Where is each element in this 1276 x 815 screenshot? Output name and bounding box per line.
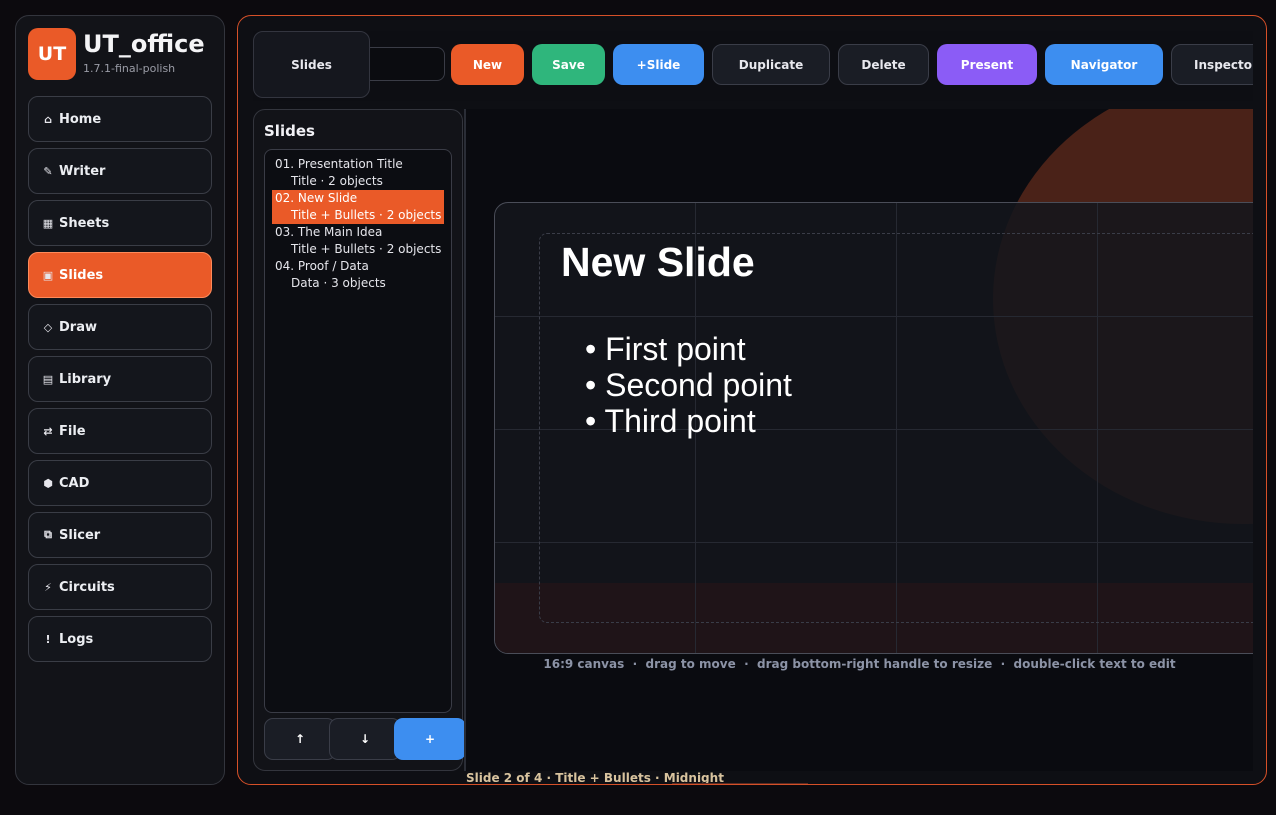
slides-panel: Slides 01. Presentation Title Title · 2 … [253, 109, 466, 771]
sidebar-item-label: Writer [59, 163, 106, 179]
arrow-down-icon: ↓ [359, 732, 371, 746]
sidebar-item-sheets[interactable]: ▦ Sheets [28, 200, 212, 246]
sidebar: UT UT_office 1.7.1-final-polish ⌂ Home ✎ W… [15, 15, 225, 785]
slide-list-item[interactable]: 03. The Main Idea Title + Bullets · 2 ob… [272, 224, 444, 258]
slide-list: 01. Presentation Title Title · 2 objects… [264, 149, 452, 713]
sidebar-item-label: Slides [59, 267, 104, 283]
move-down-button[interactable]: ↓ [329, 718, 401, 760]
sidebar-item-label: Draw [59, 319, 97, 335]
lightning-icon: ⚡ [44, 580, 52, 594]
slide-list-item[interactable]: 01. Presentation Title Title · 2 objects [272, 156, 444, 190]
toolbar-section-label: Slides [253, 31, 370, 98]
main-panel: Slides New Save +Slide Duplicate Delete … [237, 15, 1267, 785]
sidebar-item-slicer[interactable]: ⧉ Slicer [28, 512, 212, 558]
slide-item-title: 02. New Slide [275, 191, 358, 205]
diamond-icon: ◇ [43, 320, 53, 334]
app-version: 1.7.1-final-polish [83, 62, 176, 75]
sidebar-item-file[interactable]: ⇄ File [28, 408, 212, 454]
bullet-item: • Second point [585, 367, 792, 403]
toolbar-input[interactable] [363, 47, 445, 81]
slides-icon: ▣ [42, 268, 54, 282]
app-name: UT_office [83, 30, 205, 58]
arrow-up-icon: ↑ [294, 732, 306, 746]
sidebar-item-label: CAD [59, 475, 90, 491]
move-up-button[interactable]: ↑ [264, 718, 336, 760]
hexagon-icon: ⬢ [43, 476, 53, 490]
status-bar: Slide 2 of 4 · Title + Bullets · Midnigh… [466, 771, 1253, 784]
add-slide-panel-button[interactable]: + [394, 718, 466, 760]
slide-item-meta: Title + Bullets · 2 objects [291, 242, 442, 256]
slide-item-title: 04. Proof / Data [275, 259, 369, 273]
brand: UT UT_office 1.7.1-final-polish [28, 28, 205, 80]
sidebar-item-home[interactable]: ⌂ Home [28, 96, 212, 142]
toolbar: Slides New Save +Slide Duplicate Delete … [253, 31, 1253, 101]
add-slide-button[interactable]: +Slide [613, 44, 704, 85]
sidebar-item-logs[interactable]: ! Logs [28, 616, 212, 662]
sidebar-item-circuits[interactable]: ⚡ Circuits [28, 564, 212, 610]
pencil-icon: ✎ [43, 164, 53, 178]
sidebar-item-writer[interactable]: ✎ Writer [28, 148, 212, 194]
slide-stage: New Slide • First point • Second point •… [466, 109, 1253, 771]
slide-list-item[interactable]: 04. Proof / Data Data · 3 objects [272, 258, 444, 292]
plus-icon: + [424, 732, 436, 746]
slide-title-text[interactable]: New Slide [561, 239, 755, 286]
sidebar-item-slides[interactable]: ▣ Slides [28, 252, 212, 298]
grid-icon: ▦ [42, 216, 54, 230]
alert-icon: ! [45, 632, 51, 646]
home-icon: ⌂ [44, 112, 52, 126]
duplicate-button[interactable]: Duplicate [712, 44, 830, 85]
slide-item-title: 03. The Main Idea [275, 225, 383, 239]
sidebar-item-label: Sheets [59, 215, 110, 231]
bullet-item: • First point [585, 331, 746, 367]
slide-item-title: 01. Presentation Title [275, 157, 403, 171]
bullet-item: • Third point [585, 403, 756, 439]
slide-item-meta: Title · 2 objects [291, 174, 383, 188]
layers-icon: ⧉ [44, 528, 52, 541]
sidebar-item-draw[interactable]: ◇ Draw [28, 304, 212, 350]
slide-item-meta: Data · 3 objects [291, 276, 386, 290]
status-scroll-indicator [672, 783, 808, 784]
slide-bullets[interactable]: • First point • Second point • Third poi… [585, 331, 792, 439]
slides-panel-title: Slides [264, 122, 315, 140]
inspector-button[interactable]: Inspector [1171, 44, 1253, 85]
library-icon: ▤ [42, 372, 54, 386]
sidebar-item-cad[interactable]: ⬢ CAD [28, 460, 212, 506]
sidebar-item-label: Home [59, 111, 102, 127]
sidebar-item-library[interactable]: ▤ Library [28, 356, 212, 402]
slide-item-meta: Title + Bullets · 2 objects [291, 208, 442, 222]
slide-canvas[interactable]: New Slide • First point • Second point •… [494, 202, 1253, 654]
sidebar-item-label: Logs [59, 631, 94, 647]
canvas-hint: 16:9 canvas · drag to move · drag bottom… [543, 657, 1176, 671]
slide-list-item-selected[interactable]: 02. New Slide Title + Bullets · 2 object… [272, 190, 444, 224]
delete-button[interactable]: Delete [838, 44, 929, 85]
sidebar-item-label: Slicer [59, 527, 101, 543]
sidebar-item-label: Library [59, 371, 112, 387]
sidebar-item-label: Circuits [59, 579, 115, 595]
transfer-icon: ⇄ [43, 424, 53, 438]
sidebar-item-label: File [59, 423, 86, 439]
present-button[interactable]: Present [937, 44, 1037, 85]
app-logo: UT [28, 28, 76, 80]
navigator-button[interactable]: Navigator [1045, 44, 1163, 85]
new-button[interactable]: New [451, 44, 524, 85]
save-button[interactable]: Save [532, 44, 605, 85]
